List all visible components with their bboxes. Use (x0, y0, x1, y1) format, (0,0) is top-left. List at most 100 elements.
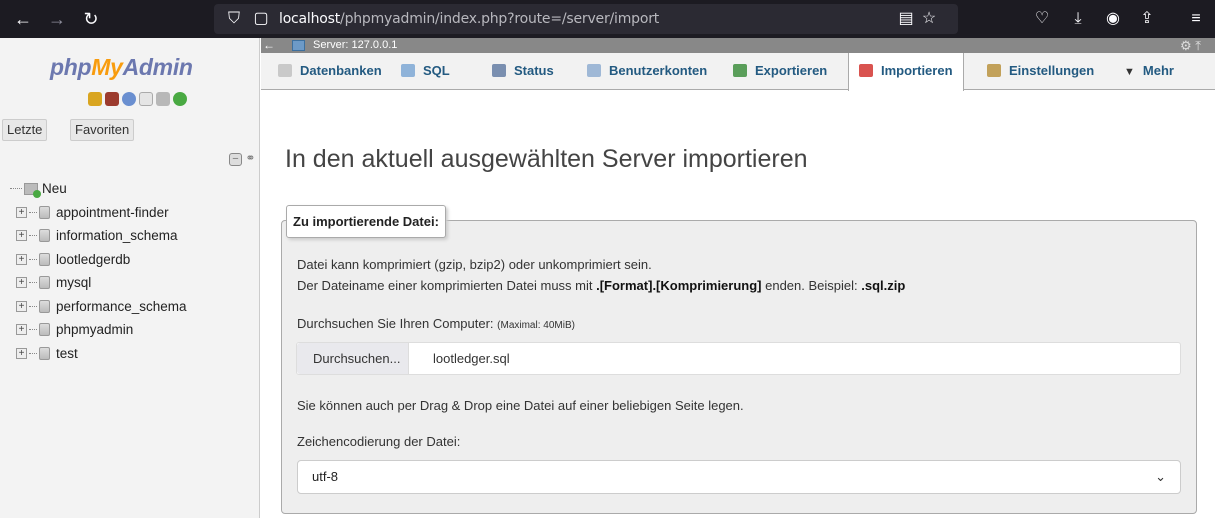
sql-icon (401, 64, 415, 77)
logout-icon[interactable] (105, 92, 119, 106)
database-icon (39, 346, 50, 360)
bookmark-star-icon[interactable]: ☆ (918, 8, 940, 30)
menu-icon[interactable]: ≡ (1185, 8, 1207, 30)
logo-admin: Admin (122, 54, 193, 80)
tree-item-label: phpmyadmin (56, 322, 134, 338)
fieldset-legend: Zu importierende Datei: (286, 205, 446, 238)
tab-status[interactable]: Status (492, 53, 554, 90)
account-icon[interactable]: ◉ (1102, 8, 1124, 30)
database-icon (39, 276, 50, 290)
file-input[interactable]: Durchsuchen... lootledger.sql (296, 342, 1181, 375)
tree-item-database[interactable]: + lootledgerdb (16, 248, 187, 272)
logo-my: My (91, 54, 123, 80)
import-icon (859, 64, 873, 77)
tab-benutzerkonten[interactable]: Benutzerkonten (587, 53, 707, 90)
docs-icon[interactable] (139, 92, 153, 106)
tree-item-database[interactable]: + mysql (16, 271, 187, 295)
collapse-all-icon[interactable]: − (229, 153, 242, 166)
settings-gear-icon[interactable] (156, 92, 170, 106)
tab-datenbanken[interactable]: Datenbanken (278, 53, 382, 90)
expand-icon[interactable]: + (16, 253, 27, 265)
tree-item-label: appointment-finder (56, 204, 169, 220)
charset-select[interactable]: utf-8 ⌄ (297, 460, 1181, 494)
database-tree: Neu + appointment-finder + information_schem… (10, 177, 187, 366)
link-icon[interactable]: ⚭ (245, 151, 255, 165)
page-title: In den aktuell ausgewählten Server impor… (285, 145, 808, 173)
expand-icon[interactable]: + (16, 277, 27, 289)
share-icon[interactable]: ⇪ (1136, 8, 1158, 30)
tree-item-database[interactable]: + appointment-finder (16, 201, 187, 225)
expand-icon[interactable]: + (16, 300, 27, 312)
tree-connector (29, 352, 37, 354)
expand-icon[interactable]: + (16, 230, 27, 242)
tree-item-label: performance_schema (56, 298, 187, 314)
reader-view-icon[interactable]: ▤ (895, 8, 917, 30)
database-icon (39, 299, 50, 313)
databases-icon (278, 64, 292, 77)
caret-down-icon: ▼ (1124, 66, 1135, 78)
url-host: localhost (279, 11, 341, 27)
expand-icon[interactable]: + (16, 347, 27, 359)
tab-label: Benutzerkonten (609, 63, 708, 78)
compression-info: Datei kann komprimiert (gzip, bzip2) ode… (297, 257, 652, 272)
tree-item-label: lootledgerdb (56, 251, 131, 267)
selected-file-name: lootledger.sql (433, 351, 510, 366)
reload-icon[interactable]: ↻ (80, 8, 102, 30)
tab-exportieren[interactable]: Exportieren (733, 53, 827, 90)
phpmyadmin-logo[interactable]: phpMyAdmin (50, 54, 193, 81)
tab-label: Exportieren (755, 63, 828, 78)
export-icon (733, 64, 747, 77)
page-settings-icon[interactable]: ⚙ ⤒ (1180, 38, 1201, 53)
url-text[interactable]: localhost/phpmyadmin/index.php?route=/se… (279, 11, 659, 27)
charset-value: utf-8 (312, 469, 339, 484)
home-icon[interactable] (88, 92, 102, 106)
tab-einstellungen[interactable]: Einstellungen (987, 53, 1094, 90)
filename-format: .[Format].[Komprimierung] (596, 278, 762, 293)
expand-icon[interactable]: + (16, 206, 27, 218)
tree-connector (29, 305, 37, 307)
max-size-note: (Maximal: 40MiB) (497, 320, 575, 331)
download-icon[interactable]: ⤓ (1067, 8, 1089, 30)
tree-item-new[interactable]: Neu (10, 177, 187, 201)
tab-label: Einstellungen (1009, 63, 1095, 78)
server-label[interactable]: Server: 127.0.0.1 (313, 38, 397, 53)
tree-item-database[interactable]: + performance_schema (16, 295, 187, 319)
favorites-tab-button[interactable]: Favoriten (70, 119, 135, 141)
filename-info-text: Der Dateiname einer komprimierten Datei … (297, 278, 597, 293)
pocket-icon[interactable]: ♡ (1031, 8, 1053, 30)
reload-nav-icon[interactable] (173, 92, 187, 106)
tree-item-label: information_schema (56, 228, 178, 244)
tree-connector (10, 188, 22, 190)
browse-button[interactable]: Durchsuchen... (297, 343, 409, 374)
tree-item-database[interactable]: + phpmyadmin (16, 318, 187, 342)
shield-icon[interactable]: ⛉ (223, 8, 245, 30)
database-icon (39, 205, 50, 219)
charset-label: Zeichencodierung der Datei: (297, 434, 461, 449)
tree-item-label: test (56, 345, 78, 361)
database-icon (39, 323, 50, 337)
new-database-icon (24, 182, 41, 198)
wrench-icon (987, 64, 1001, 77)
tree-connector (29, 235, 37, 237)
help-icon[interactable] (122, 92, 136, 106)
filename-info: Der Dateiname einer komprimierten Datei … (297, 278, 905, 293)
collapse-nav-icon[interactable]: ← (263, 38, 275, 53)
drag-drop-hint: Sie können auch per Drag & Drop eine Dat… (297, 398, 744, 413)
tab-label: Status (514, 63, 554, 78)
tree-item-database[interactable]: + information_schema (16, 224, 187, 248)
database-icon (39, 229, 50, 243)
tab-mehr[interactable]: ▼ Mehr (1124, 53, 1174, 90)
database-icon (39, 252, 50, 266)
recent-tab-button[interactable]: Letzte (2, 119, 48, 141)
server-breadcrumb-bar: ← Server: 127.0.0.1 ⚙ ⤒ (261, 38, 1215, 53)
expand-icon[interactable]: + (16, 324, 27, 336)
page-icon: ▢ (253, 10, 269, 27)
tab-sql[interactable]: SQL (401, 53, 450, 90)
tree-connector (29, 211, 37, 213)
tree-item-database[interactable]: + test (16, 342, 187, 366)
back-icon[interactable]: ← (12, 8, 34, 30)
forward-icon[interactable]: → (46, 8, 68, 30)
tree-connector (29, 329, 37, 331)
tab-importieren[interactable]: Importieren (848, 53, 964, 91)
tree-connector (29, 258, 37, 260)
